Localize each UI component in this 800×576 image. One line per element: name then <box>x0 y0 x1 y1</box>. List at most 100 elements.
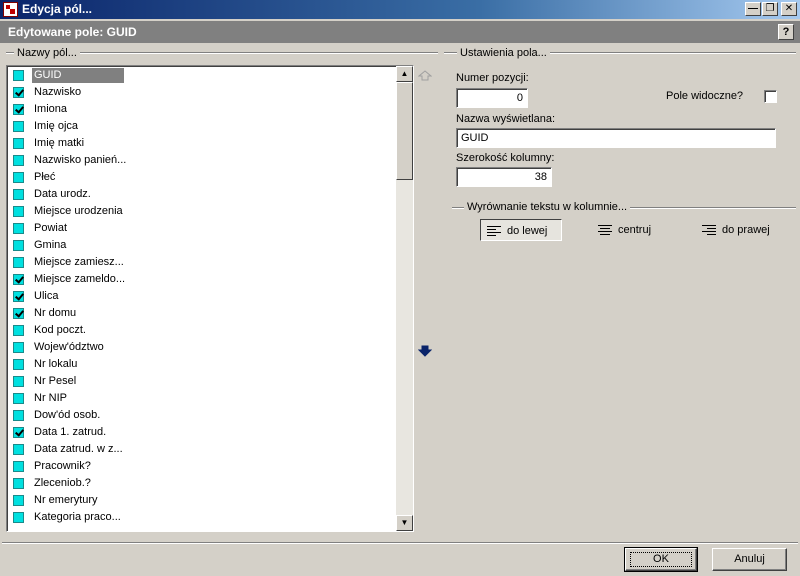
ok-button[interactable]: OK <box>624 547 698 572</box>
align-right-label: do prawej <box>722 224 770 236</box>
close-button[interactable]: ✕ <box>781 2 797 16</box>
alignment-group-text: Wyrównanie tekstu w kolumnie... <box>467 201 628 213</box>
restore-button[interactable]: ❐ <box>762 2 778 16</box>
field-list-item[interactable]: Nazwisko panień... <box>7 152 396 169</box>
align-right-icon <box>702 225 716 236</box>
field-visible-checkbox[interactable] <box>13 240 24 251</box>
field-list-item[interactable]: Płeć <box>7 169 396 186</box>
field-label: Nr NIP <box>34 392 67 404</box>
column-width-label: Szerokość kolumny: <box>456 152 555 164</box>
minimize-button[interactable]: — <box>745 2 761 16</box>
list-scrollbar[interactable]: ▲ ▼ <box>396 66 413 531</box>
field-visible-checkbox[interactable] <box>13 291 24 302</box>
field-visible-checkbox[interactable] <box>13 444 24 455</box>
field-visible-checkbox[interactable] <box>13 376 24 387</box>
field-list-item[interactable]: Miejsce urodzenia <box>7 203 396 220</box>
field-label: Powiat <box>34 222 68 234</box>
field-visible-checkbox[interactable] <box>13 121 24 132</box>
field-visible-checkbox[interactable] <box>13 478 24 489</box>
field-visible-checkbox[interactable] <box>13 512 24 523</box>
field-visible-checkbox[interactable] <box>13 461 24 472</box>
field-label: Nr emerytury <box>34 494 98 506</box>
cancel-button[interactable]: Anuluj <box>712 548 787 571</box>
field-visible-checkbox[interactable] <box>13 410 24 421</box>
field-list-item[interactable]: Imię matki <box>7 135 396 152</box>
bottom-separator <box>2 542 798 544</box>
field-visible-checkbox[interactable] <box>13 274 24 285</box>
field-label: Wojew'ództwo <box>34 341 104 353</box>
field-list-item[interactable]: Zleceniob.? <box>7 475 396 492</box>
field-visible-checkbox[interactable] <box>13 342 24 353</box>
field-list-item[interactable]: Powiat <box>7 220 396 237</box>
field-list-item[interactable]: Nr lokalu <box>7 356 396 373</box>
column-width-input[interactable] <box>456 167 552 187</box>
visible-checkbox[interactable] <box>764 90 777 103</box>
field-visible-checkbox[interactable] <box>13 257 24 268</box>
field-list-item[interactable]: Nr NIP <box>7 390 396 407</box>
field-list-item[interactable]: Imię ojca <box>7 118 396 135</box>
field-list[interactable]: GUID Nazwisko Imiona Imię ojca Imię matki Naz… <box>7 67 396 526</box>
field-list-item[interactable]: Kod poczt. <box>7 322 396 339</box>
scroll-down-button[interactable]: ▼ <box>396 515 413 531</box>
field-visible-checkbox[interactable] <box>13 87 24 98</box>
field-list-item[interactable]: Data zatrud. w z... <box>7 441 396 458</box>
scroll-thumb[interactable] <box>396 82 413 180</box>
field-label: Miejsce zameldo... <box>34 273 126 285</box>
field-visible-checkbox[interactable] <box>13 206 24 217</box>
field-list-item[interactable]: Wojew'ództwo <box>7 339 396 356</box>
field-label: Imiona <box>34 103 68 115</box>
position-input[interactable] <box>456 88 528 108</box>
field-label: Imię matki <box>34 137 85 149</box>
field-list-item[interactable]: Nr domu <box>7 305 396 322</box>
field-list-item[interactable]: GUID <box>7 67 396 84</box>
app-icon[interactable] <box>3 2 18 17</box>
field-list-item[interactable]: Pracownik? <box>7 458 396 475</box>
field-label: Nr domu <box>34 307 77 319</box>
field-label: Nr Pesel <box>34 375 77 387</box>
fields-group-label: Nazwy pól... <box>14 47 80 59</box>
field-list-item[interactable]: Ulica <box>7 288 396 305</box>
field-visible-checkbox[interactable] <box>13 325 24 336</box>
field-visible-checkbox[interactable] <box>13 155 24 166</box>
field-list-box[interactable]: GUID Nazwisko Imiona Imię ojca Imię matki Naz… <box>6 65 414 532</box>
field-list-item[interactable]: Nazwisko <box>7 84 396 101</box>
help-button[interactable]: ? <box>778 24 794 40</box>
field-list-item[interactable]: Data 1. zatrud. <box>7 424 396 441</box>
align-right-button[interactable]: do prawej <box>696 219 780 241</box>
move-up-arrow-icon[interactable] <box>418 70 432 82</box>
align-left-icon <box>487 226 501 237</box>
field-visible-checkbox[interactable] <box>13 427 24 438</box>
field-list-item[interactable]: Miejsce zameldo... <box>7 271 396 288</box>
position-label: Numer pozycji: <box>456 72 529 84</box>
field-list-item[interactable]: Gmina <box>7 237 396 254</box>
field-visible-checkbox[interactable] <box>13 172 24 183</box>
field-list-item[interactable]: Data urodz. <box>7 186 396 203</box>
field-label: Data zatrud. w z... <box>34 443 123 455</box>
field-label: Imię ojca <box>34 120 79 132</box>
field-visible-checkbox[interactable] <box>13 104 24 115</box>
field-visible-checkbox[interactable] <box>13 70 24 81</box>
move-down-arrow-icon[interactable] <box>418 345 432 357</box>
display-name-input[interactable] <box>456 128 776 148</box>
field-list-item[interactable]: Miejsce zamiesz... <box>7 254 396 271</box>
title-bar: Edycja pól... — ❐ ✕ <box>0 0 800 19</box>
field-visible-checkbox[interactable] <box>13 359 24 370</box>
field-visible-checkbox[interactable] <box>13 138 24 149</box>
field-visible-checkbox[interactable] <box>13 393 24 404</box>
scroll-up-button[interactable]: ▲ <box>396 66 413 82</box>
field-list-item[interactable]: Kategoria praco... <box>7 509 396 526</box>
field-label: Miejsce zamiesz... <box>34 256 124 268</box>
settings-group-label: Ustawienia pola... <box>457 47 550 59</box>
field-list-item[interactable]: Nr Pesel <box>7 373 396 390</box>
edited-field-header: Edytowane pole: GUID ? <box>0 21 800 43</box>
field-list-item[interactable]: Dow'ód osob. <box>7 407 396 424</box>
field-visible-checkbox[interactable] <box>13 495 24 506</box>
field-label: Miejsce urodzenia <box>34 205 123 217</box>
field-visible-checkbox[interactable] <box>13 223 24 234</box>
align-left-button[interactable]: do lewej <box>480 219 562 241</box>
align-center-button[interactable]: centruj <box>592 219 664 241</box>
field-visible-checkbox[interactable] <box>13 308 24 319</box>
field-visible-checkbox[interactable] <box>13 189 24 200</box>
field-list-item[interactable]: Imiona <box>7 101 396 118</box>
field-list-item[interactable]: Nr emerytury <box>7 492 396 509</box>
